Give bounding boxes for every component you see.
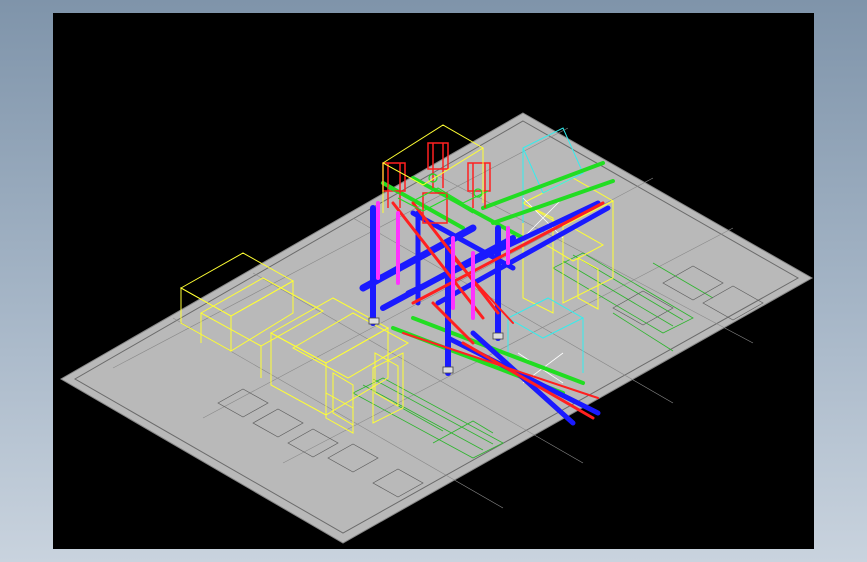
isometric-model: [60, 112, 814, 544]
cad-viewport[interactable]: [53, 13, 814, 549]
